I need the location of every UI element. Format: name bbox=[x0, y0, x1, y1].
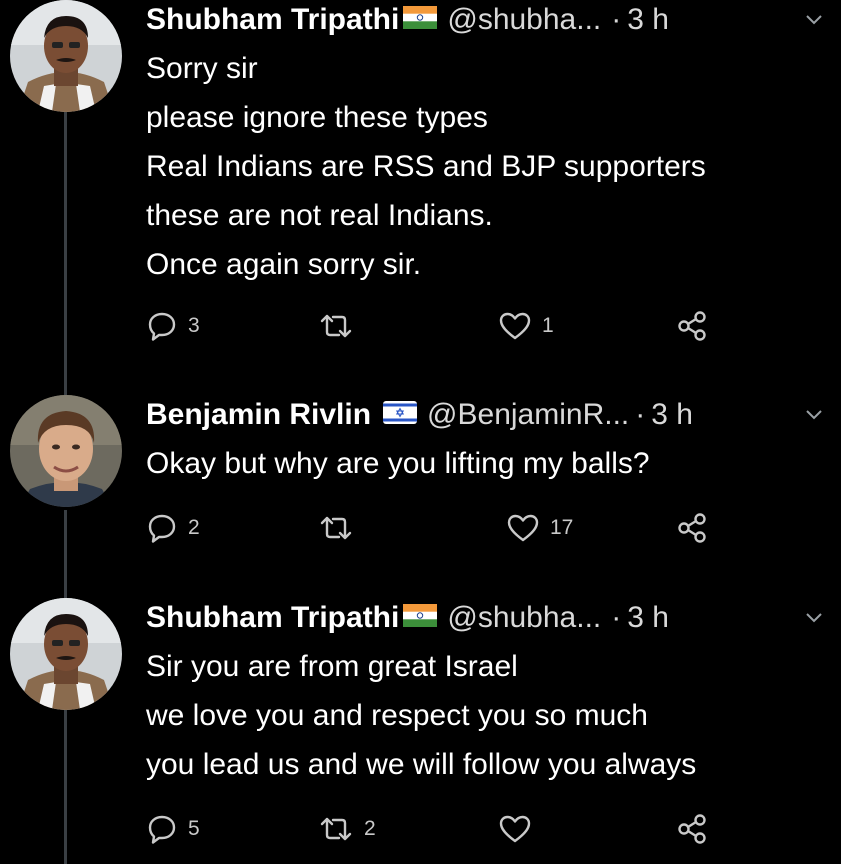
share-icon bbox=[678, 311, 706, 341]
share-icon bbox=[678, 814, 706, 844]
timestamp[interactable]: 3 h bbox=[627, 601, 669, 635]
israel-flag-icon bbox=[383, 398, 418, 432]
share-icon bbox=[678, 513, 706, 543]
tweet-actions: 2 17 bbox=[146, 510, 736, 546]
retweet-button[interactable]: 2 bbox=[318, 811, 376, 847]
author-name[interactable]: Shubham Tripathi bbox=[146, 3, 399, 37]
share-button[interactable] bbox=[676, 510, 710, 546]
tweet[interactable]: Shubham Tripathi @shubha... · 3 h Sir yo… bbox=[0, 598, 841, 864]
heart-icon bbox=[499, 312, 531, 340]
india-flag-icon bbox=[403, 601, 438, 635]
retweet-icon bbox=[320, 516, 352, 540]
separator: · bbox=[635, 398, 646, 431]
tweet-line: please ignore these types bbox=[146, 101, 488, 134]
reply-icon bbox=[148, 514, 176, 543]
reply-button[interactable]: 3 bbox=[146, 308, 200, 344]
chevron-down-icon[interactable] bbox=[803, 8, 825, 30]
avatar[interactable] bbox=[10, 395, 122, 507]
tweet-line: you lead us and we will follow you alway… bbox=[146, 748, 697, 781]
tweet-text: Sorry sir please ignore these types Real… bbox=[146, 44, 706, 289]
india-flag-icon bbox=[403, 3, 438, 37]
tweet-line: we love you and respect you so much bbox=[146, 699, 648, 732]
tweet-actions: 5 2 bbox=[146, 811, 736, 847]
share-button[interactable] bbox=[676, 308, 710, 344]
reply-count: 3 bbox=[188, 314, 200, 337]
like-count: 17 bbox=[550, 516, 574, 539]
reply-count: 5 bbox=[188, 817, 200, 840]
chevron-down-icon[interactable] bbox=[803, 403, 825, 425]
like-button[interactable]: 1 bbox=[498, 308, 554, 344]
retweet-icon bbox=[320, 817, 352, 841]
tweet-line: Okay but why are you lifting my balls? bbox=[146, 447, 650, 480]
share-button[interactable] bbox=[676, 811, 710, 847]
tweet-text: Sir you are from great Israel we love yo… bbox=[146, 642, 696, 789]
tweet-text: Okay but why are you lifting my balls? bbox=[146, 439, 650, 488]
retweet-count: 2 bbox=[364, 817, 376, 840]
author-handle[interactable]: @shubha... bbox=[447, 3, 601, 37]
author-name[interactable]: Benjamin Rivlin bbox=[146, 398, 371, 432]
heart-icon bbox=[499, 815, 531, 843]
separator: · bbox=[611, 601, 622, 634]
tweet-line: Sorry sir bbox=[146, 52, 258, 85]
author-handle[interactable]: @shubha... bbox=[447, 601, 601, 635]
heart-icon bbox=[507, 514, 539, 542]
timestamp[interactable]: 3 h bbox=[651, 398, 693, 432]
avatar[interactable] bbox=[10, 598, 122, 710]
tweet-line: Real Indians are RSS and BJP supporters bbox=[146, 150, 706, 183]
retweet-button[interactable] bbox=[318, 510, 364, 546]
reply-icon bbox=[148, 312, 176, 341]
reply-button[interactable]: 5 bbox=[146, 811, 200, 847]
avatar[interactable] bbox=[10, 0, 122, 112]
reply-icon bbox=[148, 815, 176, 844]
retweet-icon bbox=[320, 314, 352, 338]
tweet-header: Shubham Tripathi @shubha... · 3 h bbox=[146, 0, 669, 40]
reply-count: 2 bbox=[188, 516, 200, 539]
tweet-actions: 3 1 bbox=[146, 308, 736, 344]
timestamp[interactable]: 3 h bbox=[627, 3, 669, 37]
like-count: 1 bbox=[542, 314, 554, 337]
like-button[interactable]: 17 bbox=[506, 510, 573, 546]
tweet-line: Sir you are from great Israel bbox=[146, 650, 518, 683]
like-button[interactable] bbox=[498, 811, 542, 847]
separator: · bbox=[611, 3, 622, 36]
retweet-button[interactable] bbox=[318, 308, 364, 344]
reply-button[interactable]: 2 bbox=[146, 510, 200, 546]
tweet-line: Once again sorry sir. bbox=[146, 248, 422, 281]
author-handle[interactable]: @BenjaminR... bbox=[427, 398, 629, 432]
tweet-header: Benjamin Rivlin @BenjaminR... · 3 h bbox=[146, 395, 693, 435]
tweet-header: Shubham Tripathi @shubha... · 3 h bbox=[146, 598, 669, 638]
tweet-line: these are not real Indians. bbox=[146, 199, 493, 232]
chevron-down-icon[interactable] bbox=[803, 606, 825, 628]
tweet[interactable]: Shubham Tripathi @shubha... · 3 h Sorry … bbox=[0, 0, 841, 380]
tweet[interactable]: Benjamin Rivlin @BenjaminR... · 3 h Okay… bbox=[0, 395, 841, 585]
author-name[interactable]: Shubham Tripathi bbox=[146, 601, 399, 635]
